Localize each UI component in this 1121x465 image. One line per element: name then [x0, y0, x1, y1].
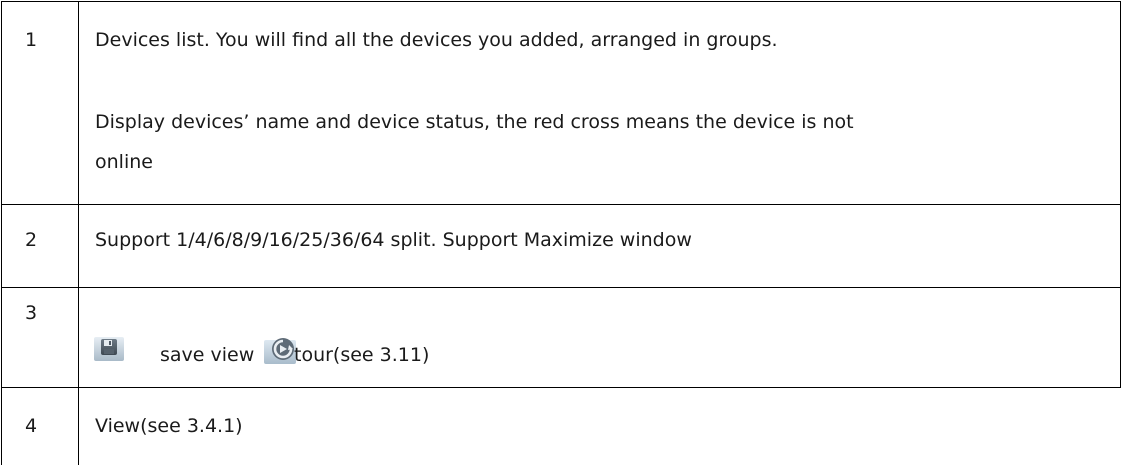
row-divider-2	[1, 287, 1121, 288]
row-number: 4	[25, 415, 38, 437]
description-table: 1 Devices list. You will find all the de…	[0, 0, 1121, 465]
tour-play-icon	[264, 336, 296, 364]
row-description-line: Display devices’ name and device status,…	[95, 111, 854, 133]
row-divider-3	[1, 387, 1121, 388]
row-description-line: Support 1/4/6/8/9/16/25/36/64 split. Sup…	[95, 229, 692, 251]
table-border-top	[1, 1, 1121, 2]
row-number: 1	[25, 29, 38, 51]
save-view-label: save view	[160, 344, 255, 366]
row-description-line: View(see 3.4.1)	[95, 415, 243, 437]
row-number: 3	[25, 302, 38, 324]
row-description-line: online	[95, 151, 153, 173]
table-border-left	[1, 1, 2, 465]
row-number: 2	[25, 229, 38, 251]
row-description-line: Devices list. You will find all the devi…	[95, 29, 778, 51]
floppy-disk-icon	[94, 337, 124, 361]
column-divider	[78, 1, 79, 465]
row-divider-1	[1, 204, 1121, 205]
tour-label: tour(see 3.11)	[294, 344, 430, 366]
